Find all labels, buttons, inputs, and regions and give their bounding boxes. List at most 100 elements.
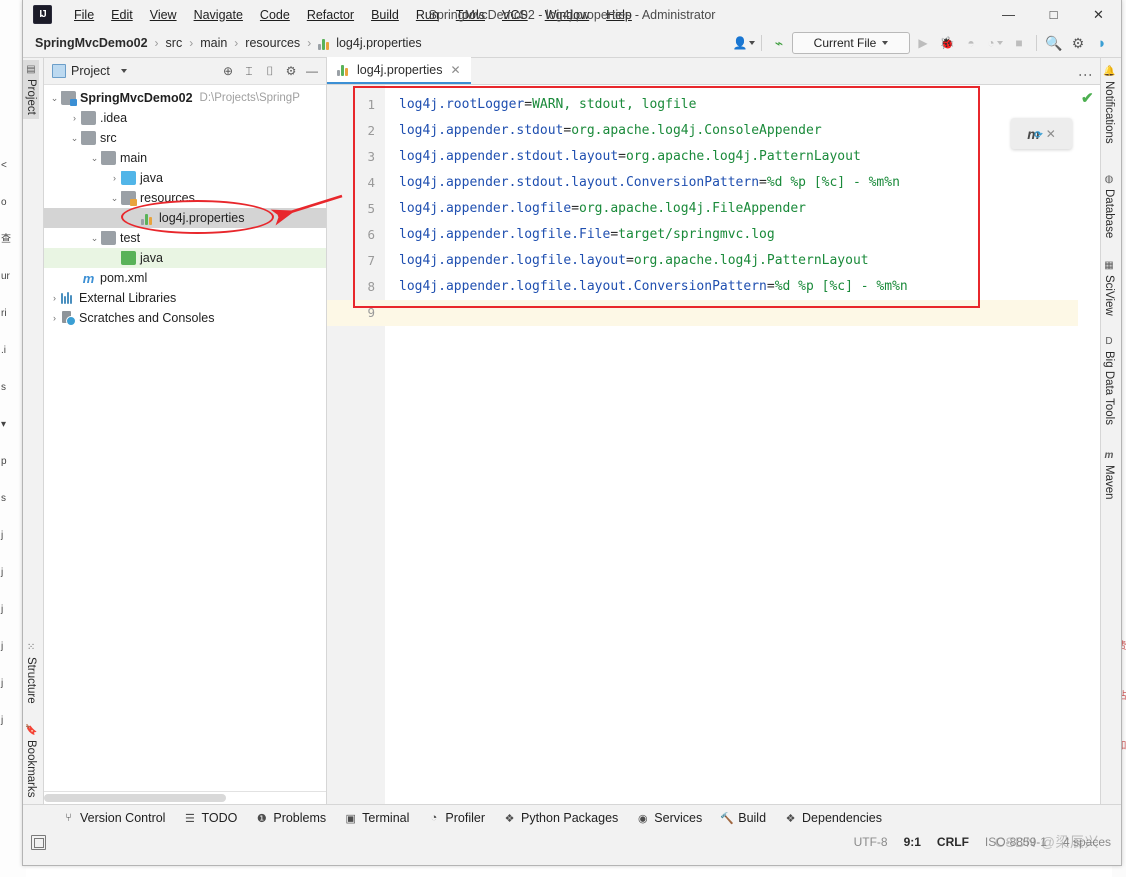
bottom-tool-version-control[interactable]: ⑂ Version Control <box>53 808 174 828</box>
code-line[interactable] <box>385 300 1078 326</box>
editor-code[interactable]: log4j.rootLogger=WARN, stdout, logfile lo… <box>385 85 1078 804</box>
run-icon[interactable]: ▶ <box>912 33 934 54</box>
collapse-all-icon[interactable]: ⌷ <box>260 61 280 81</box>
code-line[interactable]: log4j.appender.logfile.layout.Conversion… <box>385 274 1078 300</box>
maven-reload-popup[interactable]: m ✕ <box>1011 118 1072 149</box>
tool-window-button-maven[interactable]: m Maven <box>1101 446 1117 504</box>
tool-window-button-project[interactable]: ▤ Project <box>23 60 39 119</box>
line-number[interactable]: 5 <box>327 196 385 222</box>
chevron-right-icon[interactable]: › <box>48 293 61 303</box>
editor-inspection-sidebar[interactable]: ✔ <box>1078 85 1100 804</box>
chevron-right-icon[interactable]: › <box>108 173 121 183</box>
project-panel-title[interactable]: Project <box>48 62 131 80</box>
menu-code[interactable]: Code <box>252 5 298 25</box>
code-line[interactable]: log4j.appender.stdout.layout.ConversionP… <box>385 170 1078 196</box>
breadcrumb-file[interactable]: log4j.properties <box>316 35 423 51</box>
line-number[interactable]: 3 <box>327 144 385 170</box>
close-tab-icon[interactable]: ✕ <box>448 63 462 77</box>
close-popup-icon[interactable]: ✕ <box>1046 127 1056 141</box>
menu-file[interactable]: File <box>66 5 102 25</box>
tree-node-java[interactable]: › java <box>44 168 326 188</box>
line-number[interactable]: 8 <box>327 274 385 300</box>
menu-window[interactable]: Window <box>537 5 597 25</box>
editor-gutter[interactable]: 123456789 <box>327 85 385 804</box>
status-indent[interactable]: 4 spaces <box>1063 835 1111 849</box>
tree-node-log4j-properties[interactable]: log4j.properties <box>44 208 326 228</box>
menu-help[interactable]: Help <box>598 5 640 25</box>
tree-node-springmvcdemo02[interactable]: ⌄ SpringMvcDemo02 D:\Projects\SpringP <box>44 88 326 108</box>
maximize-button[interactable]: □ <box>1031 0 1076 29</box>
profile-icon[interactable]: ◔ <box>984 33 1006 54</box>
menu-vcs[interactable]: VCS <box>494 5 536 25</box>
bottom-tool-services[interactable]: ◉ Services <box>627 808 711 828</box>
line-number[interactable]: 9 <box>327 300 385 326</box>
menu-run[interactable]: Run <box>408 5 447 25</box>
tool-window-button-big-data-tools[interactable]: D Big Data Tools <box>1101 332 1117 429</box>
tool-window-button-sciview[interactable]: ▦ SciView <box>1101 256 1117 320</box>
maven-reload-icon[interactable]: m <box>1027 126 1043 142</box>
menu-navigate[interactable]: Navigate <box>186 5 251 25</box>
tree-node-java[interactable]: java <box>44 248 326 268</box>
chevron-down-icon[interactable]: ⌄ <box>88 233 101 244</box>
bottom-tool-build[interactable]: 🔨 Build <box>711 808 775 828</box>
tool-window-button-database[interactable]: ◍ Database <box>1101 170 1117 242</box>
line-number[interactable]: 4 <box>327 170 385 196</box>
tool-window-button-structure[interactable]: ⁙ Structure <box>23 638 39 708</box>
expand-all-icon[interactable]: ⌶ <box>239 61 259 81</box>
hide-panel-icon[interactable]: — <box>302 61 322 81</box>
debug-icon[interactable]: 🐞 <box>936 33 958 54</box>
code-line[interactable]: log4j.appender.logfile=org.apache.log4j.… <box>385 196 1078 222</box>
menu-refactor[interactable]: Refactor <box>299 5 362 25</box>
breadcrumb-main[interactable]: main <box>198 35 229 51</box>
line-number[interactable]: 6 <box>327 222 385 248</box>
code-line[interactable]: log4j.appender.logfile.layout=org.apache… <box>385 248 1078 274</box>
code-line[interactable]: log4j.appender.logfile.File=target/sprin… <box>385 222 1078 248</box>
bottom-tool-profiler[interactable]: ◔ Profiler <box>418 808 494 828</box>
bottom-tool-problems[interactable]: ❶ Problems <box>246 808 335 828</box>
run-coverage-icon[interactable]: ◓ <box>960 33 982 54</box>
chevron-right-icon[interactable]: › <box>48 313 61 323</box>
line-number[interactable]: 7 <box>327 248 385 274</box>
tool-window-button-bookmarks[interactable]: 🔖 Bookmarks <box>23 721 39 802</box>
breadcrumb-project[interactable]: SpringMvcDemo02 <box>33 35 150 51</box>
menu-build[interactable]: Build <box>363 5 407 25</box>
breadcrumb-src[interactable]: src <box>164 35 185 51</box>
status-line-separator[interactable]: CRLF <box>937 835 969 849</box>
editor-tab-log4j-properties[interactable]: log4j.properties ✕ <box>327 57 471 84</box>
status-file-encoding[interactable]: ISO-8859-1 <box>985 835 1047 849</box>
panel-settings-icon[interactable]: ⚙ <box>281 61 301 81</box>
tree-node-resources[interactable]: ⌄ resources <box>44 188 326 208</box>
bottom-tool-todo[interactable]: ☰ TODO <box>174 808 246 828</box>
chevron-right-icon[interactable]: › <box>68 113 81 123</box>
menu-tools[interactable]: Tools <box>448 5 493 25</box>
run-configuration-selector[interactable]: Current File <box>792 32 910 54</box>
status-caret-position[interactable]: 9:1 <box>904 835 921 849</box>
tree-node-external-libraries[interactable]: › External Libraries <box>44 288 326 308</box>
editor-overflow-menu-icon[interactable]: ⋮ <box>1077 68 1094 83</box>
tool-window-button-notifications[interactable]: 🔔 Notifications <box>1101 62 1117 148</box>
stop-icon[interactable]: ■ <box>1008 33 1030 54</box>
select-opened-file-icon[interactable]: ⊕ <box>218 61 238 81</box>
ide-assistant-icon[interactable]: ◗ <box>1091 33 1113 54</box>
tree-node-pom-xml[interactable]: m pom.xml <box>44 268 326 288</box>
tree-node-src[interactable]: ⌄ src <box>44 128 326 148</box>
settings-gear-icon[interactable]: ⚙ <box>1067 33 1089 54</box>
chevron-down-icon[interactable]: ⌄ <box>88 153 101 164</box>
menu-view[interactable]: View <box>142 5 185 25</box>
bottom-tool-python-packages[interactable]: ❖ Python Packages <box>494 808 627 828</box>
build-hammer-icon[interactable]: ⌁ <box>768 33 790 54</box>
scrollbar-thumb[interactable] <box>44 794 226 802</box>
status-encoding-main[interactable]: UTF-8 <box>854 835 888 849</box>
tree-node-test[interactable]: ⌄ test <box>44 228 326 248</box>
layout-toggle-icon[interactable] <box>31 834 46 850</box>
code-line[interactable]: log4j.appender.stdout.layout=org.apache.… <box>385 144 1078 170</box>
code-line[interactable]: log4j.rootLogger=WARN, stdout, logfile <box>385 92 1078 118</box>
bottom-tool-terminal[interactable]: ▣ Terminal <box>335 808 418 828</box>
project-panel-horizontal-scrollbar[interactable] <box>44 791 326 804</box>
search-everywhere-icon[interactable]: 🔍 <box>1043 33 1065 54</box>
close-button[interactable]: ✕ <box>1076 0 1121 29</box>
breadcrumb-resources[interactable]: resources <box>243 35 302 51</box>
user-avatar-icon[interactable]: 👤 <box>733 33 756 54</box>
chevron-down-icon[interactable]: ⌄ <box>48 93 61 104</box>
chevron-down-icon[interactable]: ⌄ <box>108 193 121 204</box>
